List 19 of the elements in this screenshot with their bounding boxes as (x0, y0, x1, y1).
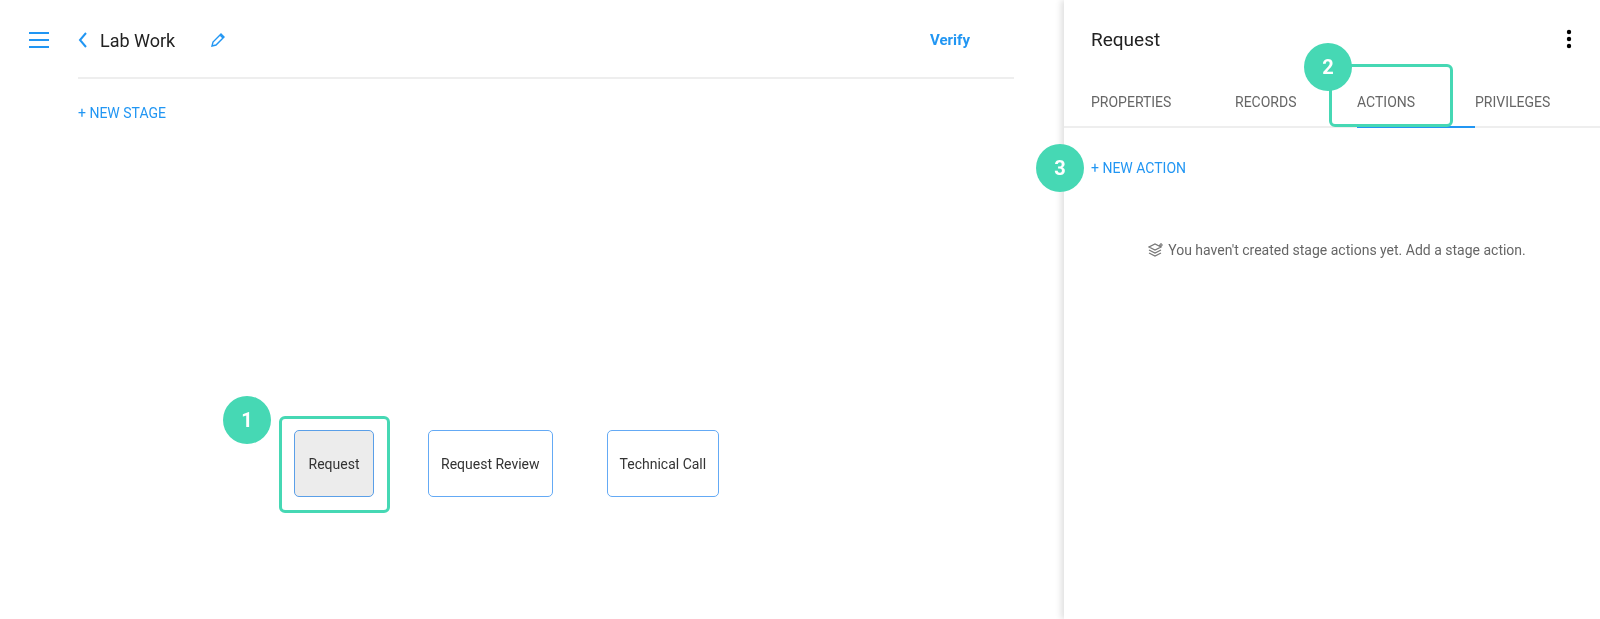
new-stage-button[interactable]: + NEW STAGE (78, 105, 166, 121)
back-icon[interactable] (78, 31, 88, 49)
verify-button[interactable]: Verify (930, 31, 970, 49)
stage-node[interactable]: Request Review (428, 430, 553, 497)
stack-icon (1148, 243, 1165, 257)
empty-message: You haven't created stage actions yet. Add a stage action. (1168, 242, 1526, 258)
new-action-button[interactable]: + NEW ACTION (1091, 160, 1186, 176)
callout-badge: 3 (1036, 144, 1084, 192)
stage-node[interactable]: Technical Call (606, 430, 720, 497)
tab[interactable]: PRIVILEGES (1475, 80, 1551, 126)
tab[interactable]: PROPERTIES (1091, 80, 1235, 126)
callout-badge: 1 (223, 396, 271, 444)
tab[interactable]: ACTIONS (1357, 80, 1475, 128)
page-title: Lab Work (100, 29, 176, 51)
callout-badge: 2 (1304, 43, 1352, 91)
stage-node[interactable]: Request (294, 430, 374, 497)
panel-title: Request (1091, 27, 1161, 51)
menu-icon[interactable] (28, 31, 50, 49)
more-icon[interactable] (1566, 29, 1572, 49)
